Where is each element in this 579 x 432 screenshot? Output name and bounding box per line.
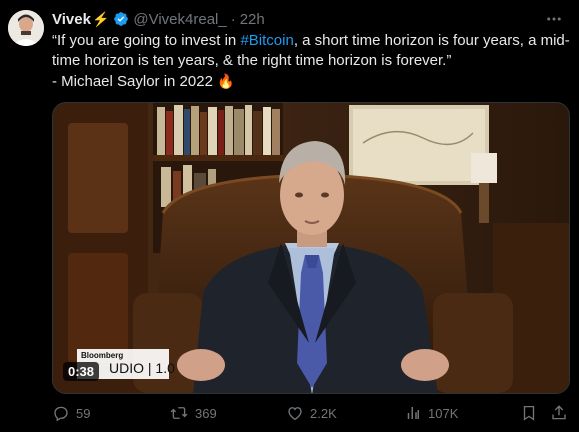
lightning-badge: ⚡ bbox=[91, 10, 110, 27]
separator-dot: · bbox=[230, 10, 236, 28]
hashtag-link[interactable]: #Bitcoin bbox=[240, 32, 293, 49]
repost-icon bbox=[170, 407, 188, 419]
video-frame bbox=[53, 103, 569, 393]
bookmark-button[interactable] bbox=[520, 404, 544, 422]
reply-button[interactable]: 59 bbox=[52, 404, 90, 422]
lower-third-brand: Bloomberg bbox=[81, 351, 124, 360]
like-count: 2.2K bbox=[310, 405, 337, 421]
author-name[interactable]: Vivek bbox=[52, 11, 91, 28]
reply-icon bbox=[54, 406, 68, 422]
like-icon bbox=[288, 407, 302, 421]
tweet-text-part1: “If you are going to invest in bbox=[52, 32, 241, 49]
bookmark-icon bbox=[523, 405, 535, 421]
repost-count: 369 bbox=[195, 405, 217, 421]
tweet-attribution: - Michael Saylor in 2022 bbox=[52, 73, 218, 90]
more-icon[interactable] bbox=[545, 10, 563, 33]
tweet-text: “If you are going to invest in #Bitcoin,… bbox=[52, 31, 570, 92]
avatar[interactable] bbox=[8, 10, 44, 46]
repost-button[interactable]: 369 bbox=[169, 404, 217, 422]
fire-emoji: 🔥 bbox=[217, 73, 235, 89]
view-count: 107K bbox=[428, 405, 459, 421]
reply-count: 59 bbox=[76, 405, 91, 421]
share-icon bbox=[552, 405, 566, 420]
video-player[interactable]: Bloomberg UDIO | 1.0 0:38 bbox=[52, 102, 570, 394]
share-button[interactable] bbox=[550, 404, 574, 422]
lower-third-show: UDIO | 1.0 bbox=[109, 360, 175, 376]
timestamp[interactable]: 22h bbox=[240, 11, 265, 28]
views-button[interactable]: 107K bbox=[404, 404, 458, 422]
action-bar: 59 369 2.2K 107K bbox=[52, 404, 570, 428]
author-handle[interactable]: @Vivek4real_ bbox=[133, 11, 226, 28]
video-duration: 0:38 bbox=[63, 362, 100, 381]
like-button[interactable]: 2.2K bbox=[286, 404, 337, 422]
views-icon bbox=[407, 407, 419, 419]
verified-icon bbox=[113, 11, 129, 27]
tweet-header: Vivek ⚡ @Vivek4real_ · 22h bbox=[52, 9, 265, 29]
